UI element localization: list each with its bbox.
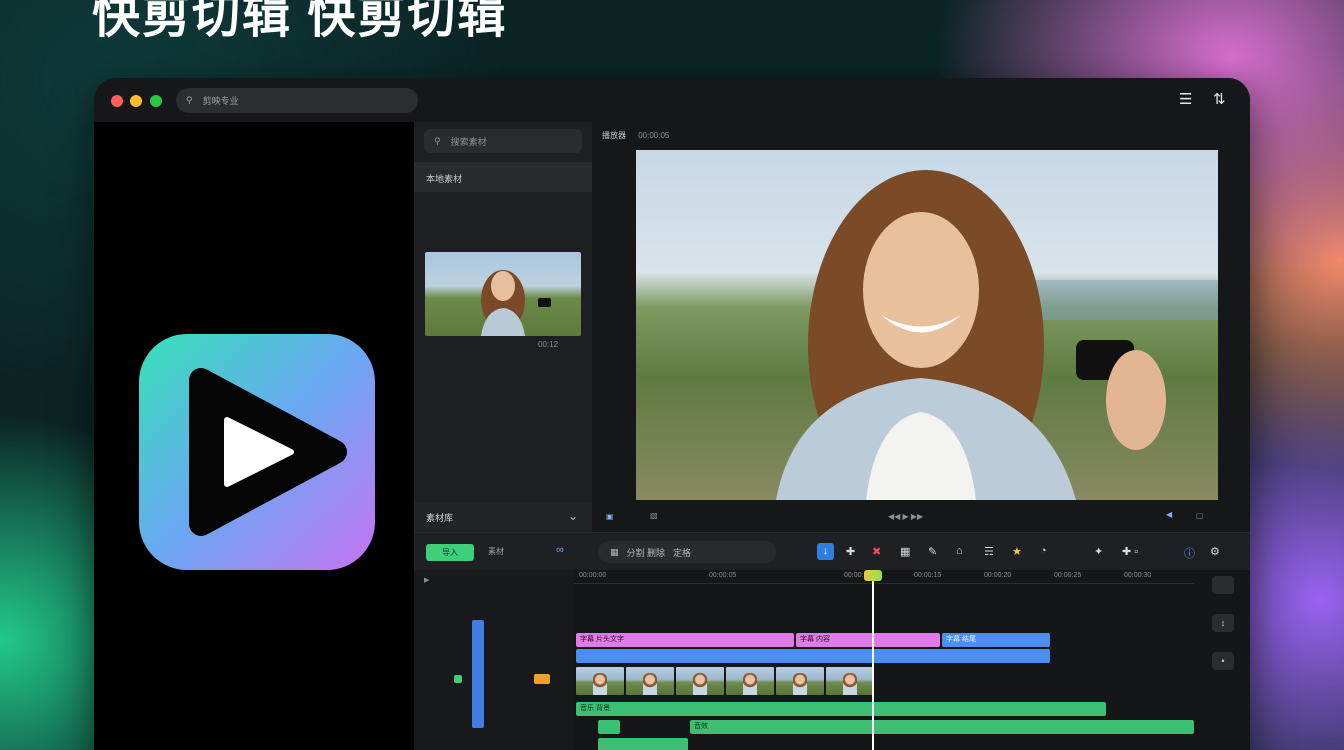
media-library-label: 素材库 bbox=[426, 513, 454, 523]
timeline-toolbar: 导入 素材 ∞ ▦ 分割 删除 定格 ↓ ✚ ✖ ▦ ✎ ⌂ ☴ ★ ◔ ✦ ✚… bbox=[414, 532, 1250, 570]
minimize-window-button[interactable] bbox=[130, 95, 142, 107]
media-panel: ⚲ 搜索素材 本地素材 00:12 bbox=[414, 122, 592, 532]
preview-controls: ▣ ▧ ◀◀ ▶ ▶▶ ◀ ▢ bbox=[592, 502, 1250, 532]
split-icon[interactable]: ✚ bbox=[846, 545, 855, 558]
edit-tool-text: 分割 删除 bbox=[626, 547, 666, 558]
freeze-icon[interactable]: ▦ bbox=[900, 545, 910, 558]
zoom-tools[interactable]: ✚ ▫ bbox=[1122, 545, 1138, 558]
ruler-tick: 00:00:05 bbox=[709, 572, 737, 579]
fullscreen-icon[interactable]: ▢ bbox=[1196, 511, 1204, 520]
sticker-icon[interactable]: ★ bbox=[1012, 545, 1022, 558]
video-frame bbox=[676, 667, 724, 695]
video-frame bbox=[726, 667, 774, 695]
playback-controls[interactable]: ◀◀ ▶ ▶▶ bbox=[888, 512, 923, 521]
player-tab-icon[interactable]: ▣ bbox=[606, 512, 614, 521]
help-icon[interactable]: ⓘ bbox=[1184, 545, 1195, 561]
media-search-input[interactable]: ⚲ 搜索素材 bbox=[424, 129, 582, 153]
preview-panel: 播放器 00:00:05 bbox=[592, 122, 1250, 532]
editor-window: ⚲ 剪映专业 ☰ ⇅ ⚲ 搜索素材 本地素材 00:12 播放器 00:00:0… bbox=[94, 78, 1250, 750]
video-frame bbox=[826, 667, 874, 695]
timeline-side-controls: ↕ • bbox=[1212, 576, 1234, 750]
chevron-down-icon[interactable]: ⌄ bbox=[568, 509, 578, 523]
preview-label: 播放器 00:00:05 bbox=[602, 130, 669, 141]
timeline-ruler[interactable]: 00:00:00 00:00:05 00:00:10 00:00:15 00:0… bbox=[574, 570, 1194, 584]
media-tab-local[interactable]: 本地素材 bbox=[414, 162, 592, 192]
edit-tool-sub: 定格 bbox=[673, 547, 692, 558]
app-logo bbox=[139, 334, 375, 570]
material-label: 素材 bbox=[488, 547, 504, 556]
title-bar: ⚲ 剪映专业 ☰ ⇅ bbox=[94, 78, 1250, 122]
zoom-in-button[interactable]: • bbox=[1212, 652, 1234, 670]
ruler-tick: 00:00:00 bbox=[579, 572, 607, 579]
import-button[interactable]: 导入 bbox=[426, 544, 474, 561]
resize-icon[interactable]: ⇅ bbox=[1213, 90, 1226, 108]
track-header-title: ▶ bbox=[424, 577, 430, 584]
thumbnail-duration: 00:12 bbox=[538, 340, 559, 349]
preview-timecode: 00:00:05 bbox=[638, 131, 670, 140]
ruler-tick: 00:00:15 bbox=[914, 572, 942, 579]
playhead[interactable] bbox=[872, 570, 874, 750]
effect-clip[interactable] bbox=[576, 649, 1050, 663]
list-icon[interactable]: ☰ bbox=[1179, 90, 1192, 108]
track-headers: ▶ bbox=[414, 570, 574, 750]
timeline: 导入 素材 ∞ ▦ 分割 删除 定格 ↓ ✚ ✖ ▦ ✎ ⌂ ☴ ★ ◔ ✦ ✚… bbox=[414, 532, 1250, 750]
volume-icon[interactable]: ◀ bbox=[1166, 510, 1172, 519]
snap-button[interactable]: ↕ bbox=[1212, 614, 1234, 632]
video-preview[interactable] bbox=[636, 150, 1218, 500]
select-tool-icon[interactable]: ↓ bbox=[817, 543, 834, 560]
track-audio-icon[interactable] bbox=[534, 674, 550, 684]
maximize-window-button[interactable] bbox=[150, 95, 162, 107]
search-icon: ⚲ bbox=[434, 135, 441, 146]
audio-clip[interactable]: 音乐 背景 bbox=[576, 702, 1106, 716]
media-thumbnail[interactable] bbox=[425, 252, 581, 336]
preview-title: 播放器 bbox=[602, 131, 626, 140]
headline: 快剪切辑 快剪切辑 bbox=[92, 0, 508, 43]
link-icon[interactable]: ∞ bbox=[556, 544, 564, 556]
track-lock-column[interactable] bbox=[472, 620, 484, 728]
text-clip[interactable]: 字幕 结尾 bbox=[942, 633, 1050, 647]
magic-icon[interactable]: ✦ bbox=[1094, 545, 1103, 558]
video-frame bbox=[626, 667, 674, 695]
track-visibility-icon[interactable] bbox=[454, 675, 462, 683]
home-icon[interactable]: ⌂ bbox=[956, 545, 963, 557]
search-icon: ⚲ bbox=[186, 95, 193, 105]
edit-icon[interactable]: ✎ bbox=[928, 545, 937, 558]
text-clip[interactable]: 字幕 内容 bbox=[796, 633, 940, 647]
close-window-button[interactable] bbox=[111, 95, 123, 107]
top-search-input[interactable]: ⚲ 剪映专业 bbox=[176, 88, 418, 113]
audio-clip-short[interactable] bbox=[598, 720, 620, 734]
audio-clip-short[interactable] bbox=[598, 738, 688, 750]
video-track[interactable] bbox=[576, 667, 874, 695]
ruler-tick: 00:00:20 bbox=[984, 572, 1012, 579]
media-search-placeholder: 搜索素材 bbox=[450, 136, 487, 147]
media-library-bar[interactable]: 素材库 ⌄ bbox=[414, 502, 592, 532]
grid-icon: ▦ bbox=[610, 546, 619, 557]
video-frame bbox=[576, 667, 624, 695]
audio-clip[interactable]: 音效 bbox=[690, 720, 1194, 734]
edit-tool-pill[interactable]: ▦ 分割 删除 定格 bbox=[598, 541, 776, 563]
video-frame bbox=[776, 667, 824, 695]
settings-icon[interactable]: ⚙ bbox=[1210, 545, 1220, 558]
app-icon-panel bbox=[94, 122, 414, 750]
top-search-value: 剪映专业 bbox=[202, 96, 239, 106]
transition-icon[interactable]: ☴ bbox=[984, 545, 994, 558]
filter-icon[interactable]: ◔ bbox=[1040, 545, 1047, 557]
playhead-handle[interactable] bbox=[864, 570, 882, 581]
zoom-out-button[interactable] bbox=[1212, 576, 1234, 594]
ruler-tick: 00:00:30 bbox=[1124, 572, 1152, 579]
delete-icon[interactable]: ✖ bbox=[872, 545, 881, 558]
crop-icon[interactable]: ▧ bbox=[650, 511, 658, 520]
text-clip[interactable]: 字幕 片头文字 bbox=[576, 633, 794, 647]
ruler-tick: 00:00:25 bbox=[1054, 572, 1082, 579]
